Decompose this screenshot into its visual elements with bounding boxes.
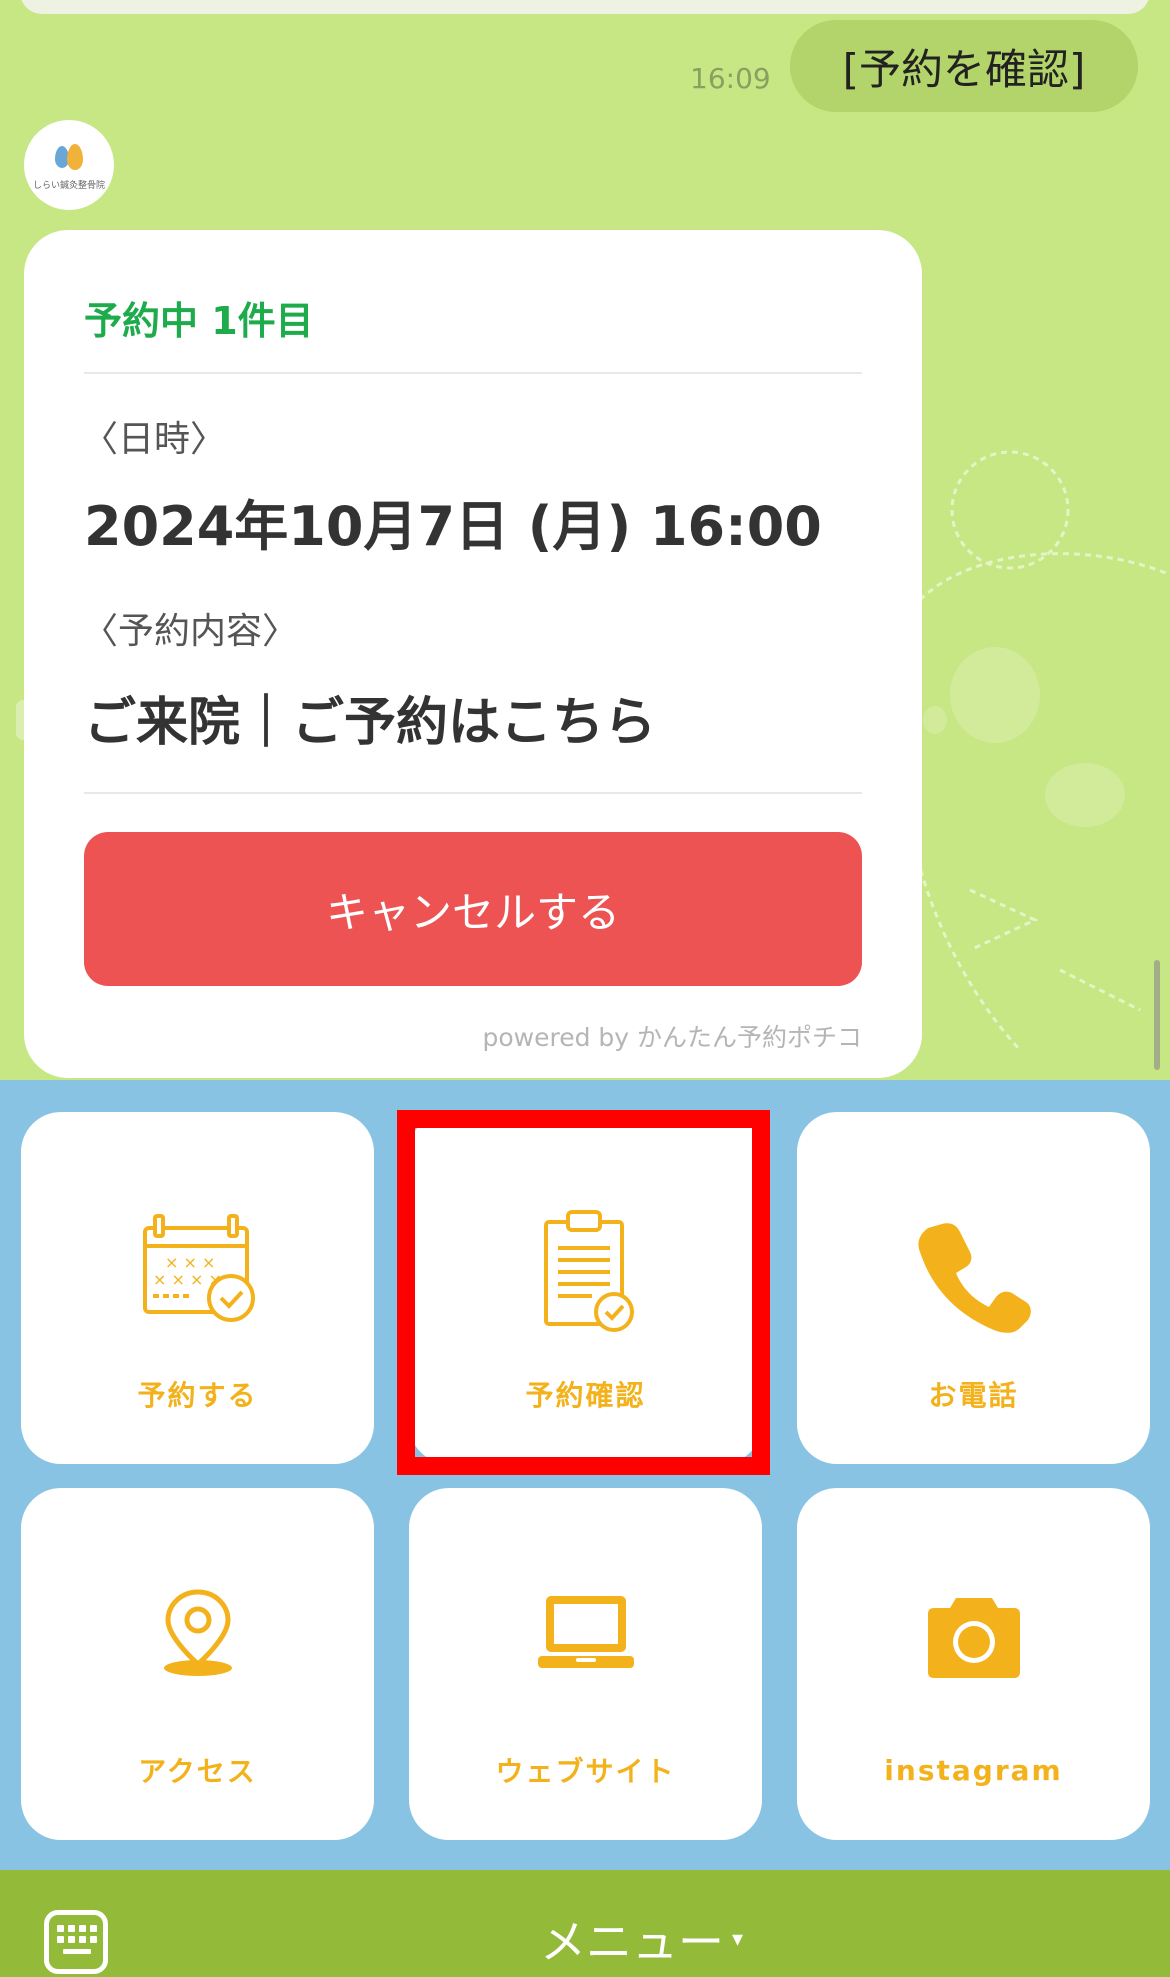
clinic-logo-icon — [53, 140, 85, 174]
avatar[interactable]: しらい鍼灸整骨院 — [24, 120, 114, 210]
menu-tile-label: お電話 — [928, 1379, 1019, 1412]
previous-message-edge — [20, 0, 1150, 14]
menu-tile-label: 予約する — [137, 1379, 258, 1412]
menu-toggle-button[interactable]: メニュー ▾ — [540, 1906, 743, 1972]
divider — [84, 792, 862, 794]
menu-tile-label: 予約確認 — [525, 1379, 646, 1412]
menu-tile-label: アクセス — [138, 1755, 257, 1788]
chat-area[interactable]: 16:09 [予約を確認] しらい鍼灸整骨院 予約中 1件目 〈日時〉 2024… — [0, 0, 1170, 1080]
rich-menu: × × × × × × × 予約する 予約確認 お電話 アクセス ウェブサイト … — [0, 1080, 1170, 1870]
bear-background-illustration — [900, 450, 1170, 1052]
menu-toggle-label: メニュー — [540, 1915, 724, 1969]
bottom-bar: メニュー ▾ — [0, 1870, 1170, 1977]
keyboard-icon[interactable] — [44, 1910, 108, 1974]
scrollbar[interactable] — [1154, 960, 1160, 1070]
cancel-button[interactable]: キャンセルする — [84, 832, 862, 986]
menu-tile-reserve[interactable]: × × × × × × × 予約する — [21, 1112, 374, 1464]
menu-tile-website[interactable]: ウェブサイト — [409, 1488, 762, 1840]
laptop-icon — [537, 1596, 634, 1668]
menu-tile-access[interactable]: アクセス — [21, 1488, 374, 1840]
datetime-label: 〈日時〉 — [82, 419, 227, 460]
menu-tile-label: instagram — [884, 1754, 1063, 1787]
menu-tile-phone[interactable]: お電話 — [797, 1112, 1150, 1464]
card-title: 予約中 1件目 — [84, 299, 314, 343]
message-timestamp: 16:09 — [690, 62, 771, 95]
phone-icon — [917, 1223, 1031, 1333]
clipboard-check-icon — [543, 1210, 634, 1332]
datetime-value: 2024年10月7日 (月) 16:00 — [84, 495, 822, 558]
reservation-card: 予約中 1件目 〈日時〉 2024年10月7日 (月) 16:00 〈予約内容〉… — [24, 230, 922, 1078]
map-pin-icon — [163, 1589, 232, 1676]
sent-message-bubble[interactable]: [予約を確認] — [790, 20, 1138, 112]
powered-by-text: powered by かんたん予約ポチコ — [482, 1023, 862, 1052]
menu-tile-label: ウェブサイト — [495, 1755, 676, 1788]
calendar-check-icon: × × × × × × × — [142, 1214, 255, 1322]
camera-icon — [927, 1598, 1020, 1678]
menu-tile-instagram[interactable]: instagram — [797, 1488, 1150, 1840]
menu-tile-confirm[interactable]: 予約確認 — [409, 1112, 762, 1464]
divider — [84, 372, 862, 374]
content-value: ご来院｜ご予約はこちら — [84, 693, 657, 753]
chevron-down-icon: ▾ — [732, 1926, 744, 1952]
content-label: 〈予約内容〉 — [82, 611, 299, 652]
avatar-logo-text: しらい鍼灸整骨院 — [32, 180, 105, 191]
